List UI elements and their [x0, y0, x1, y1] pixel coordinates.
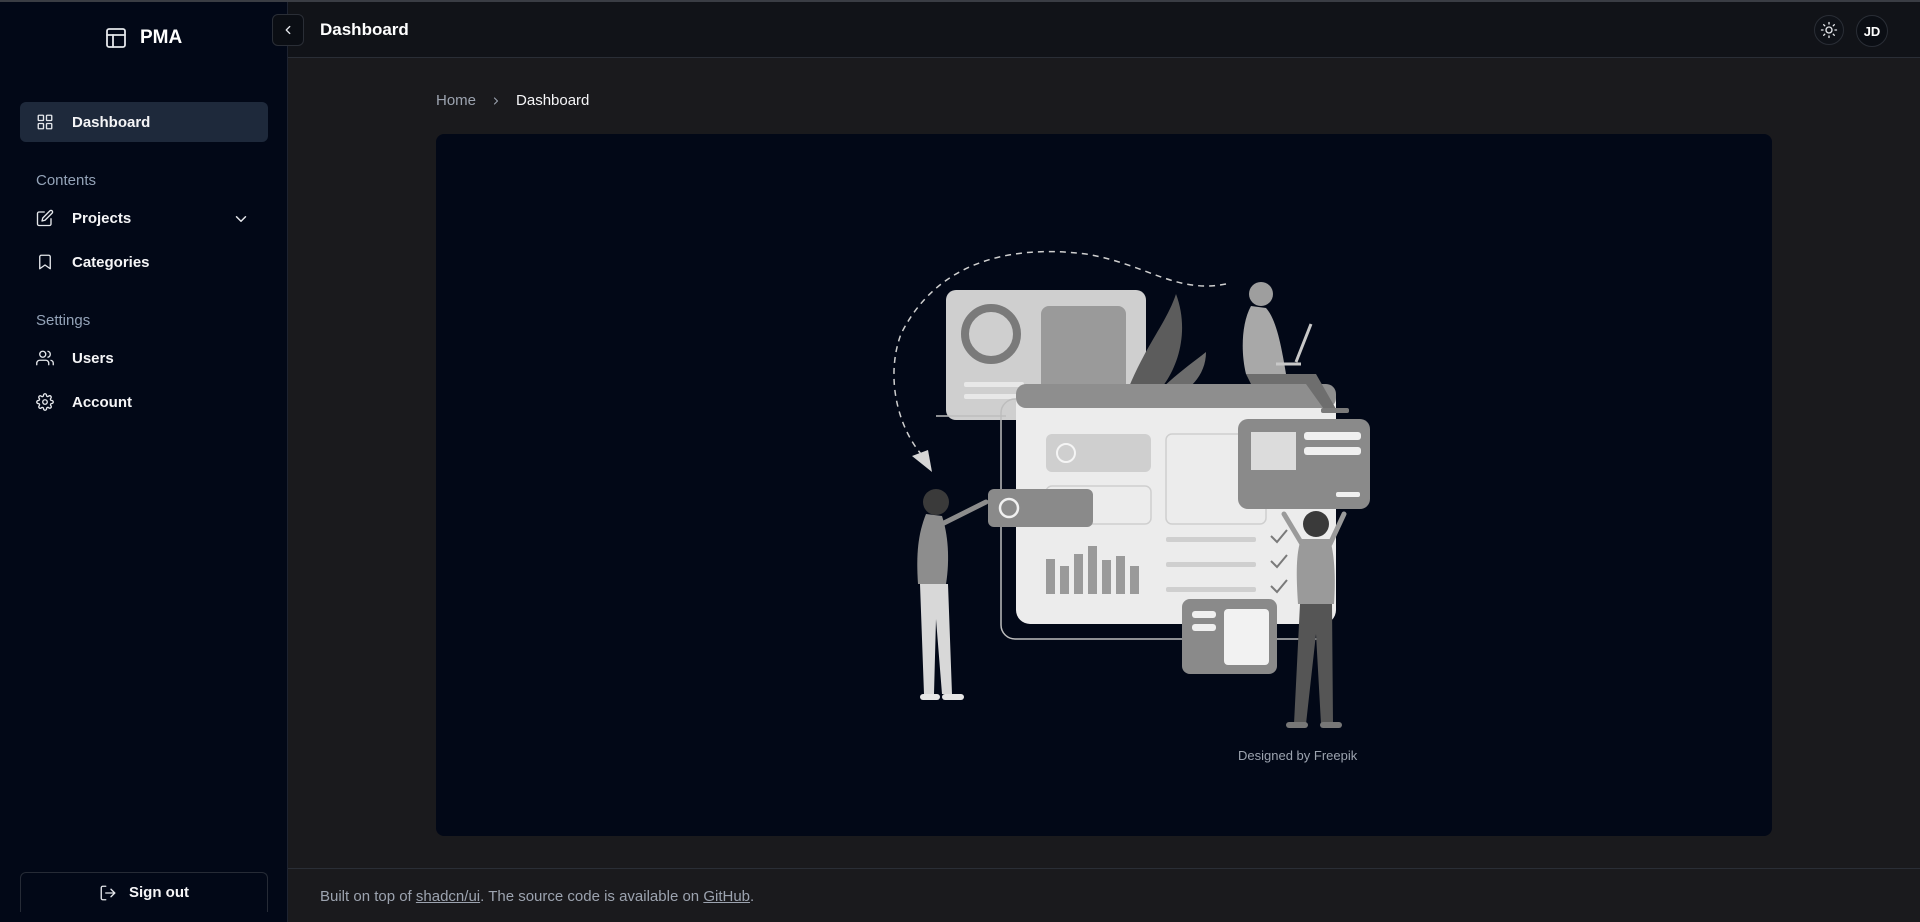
sidebar-item-categories[interactable]: Categories: [20, 242, 268, 282]
sidebar-item-label: Projects: [72, 209, 132, 227]
sidebar-item-projects[interactable]: Projects: [20, 198, 268, 238]
chevron-right-icon: [493, 96, 499, 105]
dashboard-panel: Designed by Freepik: [436, 134, 1772, 836]
users-icon: [36, 350, 54, 366]
sidebar-group-contents: Contents: [36, 172, 97, 189]
footer-divider: [288, 868, 1920, 869]
sidebar: PMA Dashboard Contents Projects Categori…: [0, 2, 288, 922]
app-brand[interactable]: PMA: [104, 26, 182, 50]
illustration-credit: Designed by Freepik: [1238, 748, 1358, 763]
github-link[interactable]: GitHub: [703, 888, 750, 905]
sidebar-item-label: Categories: [72, 253, 150, 271]
sidebar-item-dashboard[interactable]: Dashboard: [20, 102, 268, 142]
theme-toggle-button[interactable]: [1814, 15, 1844, 45]
footer-text-suffix: .: [750, 888, 755, 905]
breadcrumb-current: Dashboard: [516, 92, 590, 109]
user-avatar[interactable]: JD: [1856, 15, 1888, 47]
sidebar-item-account[interactable]: Account: [20, 382, 268, 422]
bookmark-icon: [39, 254, 51, 270]
settings-icon: [36, 393, 54, 411]
sidebar-group-settings: Settings: [36, 312, 91, 329]
sign-out-label: Sign out: [129, 884, 189, 901]
breadcrumb: Home Dashboard: [436, 92, 589, 109]
dashboard-illustration: [893, 250, 1370, 728]
sidebar-item-users[interactable]: Users: [20, 338, 268, 378]
chevron-left-icon: [285, 25, 291, 35]
shadcn-ui-link[interactable]: shadcn/ui: [416, 888, 480, 905]
app-name: PMA: [140, 27, 183, 48]
footer-text-middle: . The source code is available on: [480, 888, 704, 905]
collapse-sidebar-button[interactable]: [272, 14, 304, 46]
sun-icon: [1820, 21, 1838, 39]
layout-icon: [106, 28, 126, 48]
sidebar-item-label: Users: [72, 349, 114, 367]
log-out-icon: [100, 885, 116, 900]
page-title: Dashboard: [320, 20, 409, 39]
sign-out-button[interactable]: Sign out: [20, 872, 268, 912]
grid-icon: [37, 114, 53, 130]
sidebar-item-label: Account: [72, 393, 132, 411]
sidebar-item-label: Dashboard: [72, 113, 151, 131]
edit-icon: [36, 209, 54, 227]
top-header: Dashboard JD: [272, 2, 1920, 58]
footer-text-prefix: Built on top of: [320, 888, 416, 905]
footer: Built on top of shadcn/ui. The source co…: [320, 888, 754, 905]
chevron-down-icon[interactable]: [232, 210, 250, 228]
breadcrumb-home-link[interactable]: Home: [436, 92, 476, 109]
